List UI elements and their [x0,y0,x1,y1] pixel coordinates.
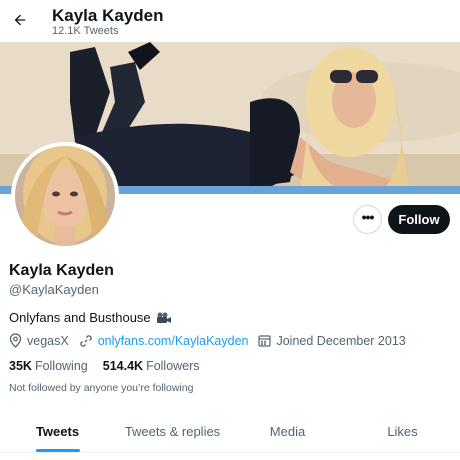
tab-label: Tweets [35,423,80,439]
joined-date: Joined December 2013 [258,333,406,348]
active-tab-indicator [35,449,80,452]
more-dots-icon: ••• [361,209,375,225]
location-text: vegasX [27,333,69,348]
tab-label: Media [269,423,306,439]
profile-header: Kayla Kayden 12.1K Tweets [0,0,460,42]
location-pin-icon [9,333,22,348]
not-followed-note: Not followed by anyone you’re following [9,382,194,394]
link-icon [79,334,92,347]
following-stat[interactable]: 35K Following [9,359,88,373]
joined-text: Joined December 2013 [276,333,406,348]
website-link[interactable]: onlyfans.com/KaylaKayden [98,334,249,348]
avatar[interactable] [11,142,119,250]
followers-count: 514.4K [102,359,144,373]
follow-stats: 35K Following 514.4K Followers [9,359,215,373]
tab-tweets[interactable]: Tweets [0,410,115,452]
calendar-icon [258,335,272,347]
following-label: Following [34,359,88,373]
movie-camera-icon [156,312,172,324]
display-name: Kayla Kayden [9,262,114,279]
profile-meta: vegasX onlyfans.com/KaylaKayden Joined D… [9,333,416,348]
follow-button[interactable]: Follow [388,205,450,234]
profile-tabs: Tweets Tweets & replies Media Likes [0,410,460,453]
followers-stat[interactable]: 514.4K Followers [103,359,200,373]
tweet-count: 12.1K Tweets [52,25,119,37]
header-title: Kayla Kayden [52,6,164,25]
tab-media[interactable]: Media [230,410,345,452]
tab-likes[interactable]: Likes [345,410,460,452]
following-count: 35K [9,359,32,373]
back-button[interactable] [8,8,32,32]
handle: @KaylaKayden [9,282,99,297]
website[interactable]: onlyfans.com/KaylaKayden [79,334,249,348]
tab-label: Tweets & replies [124,423,221,439]
avatar-image [15,146,115,246]
arrow-left-icon [14,14,26,26]
location: vegasX [9,333,69,348]
bio: Onlyfans and Busthouse [9,310,172,325]
followers-label: Followers [146,359,200,373]
tab-label: Likes [387,423,418,439]
more-options-button[interactable]: ••• [353,205,382,234]
bio-text: Onlyfans and Busthouse [9,310,151,325]
tab-tweets-and-replies[interactable]: Tweets & replies [115,410,230,452]
